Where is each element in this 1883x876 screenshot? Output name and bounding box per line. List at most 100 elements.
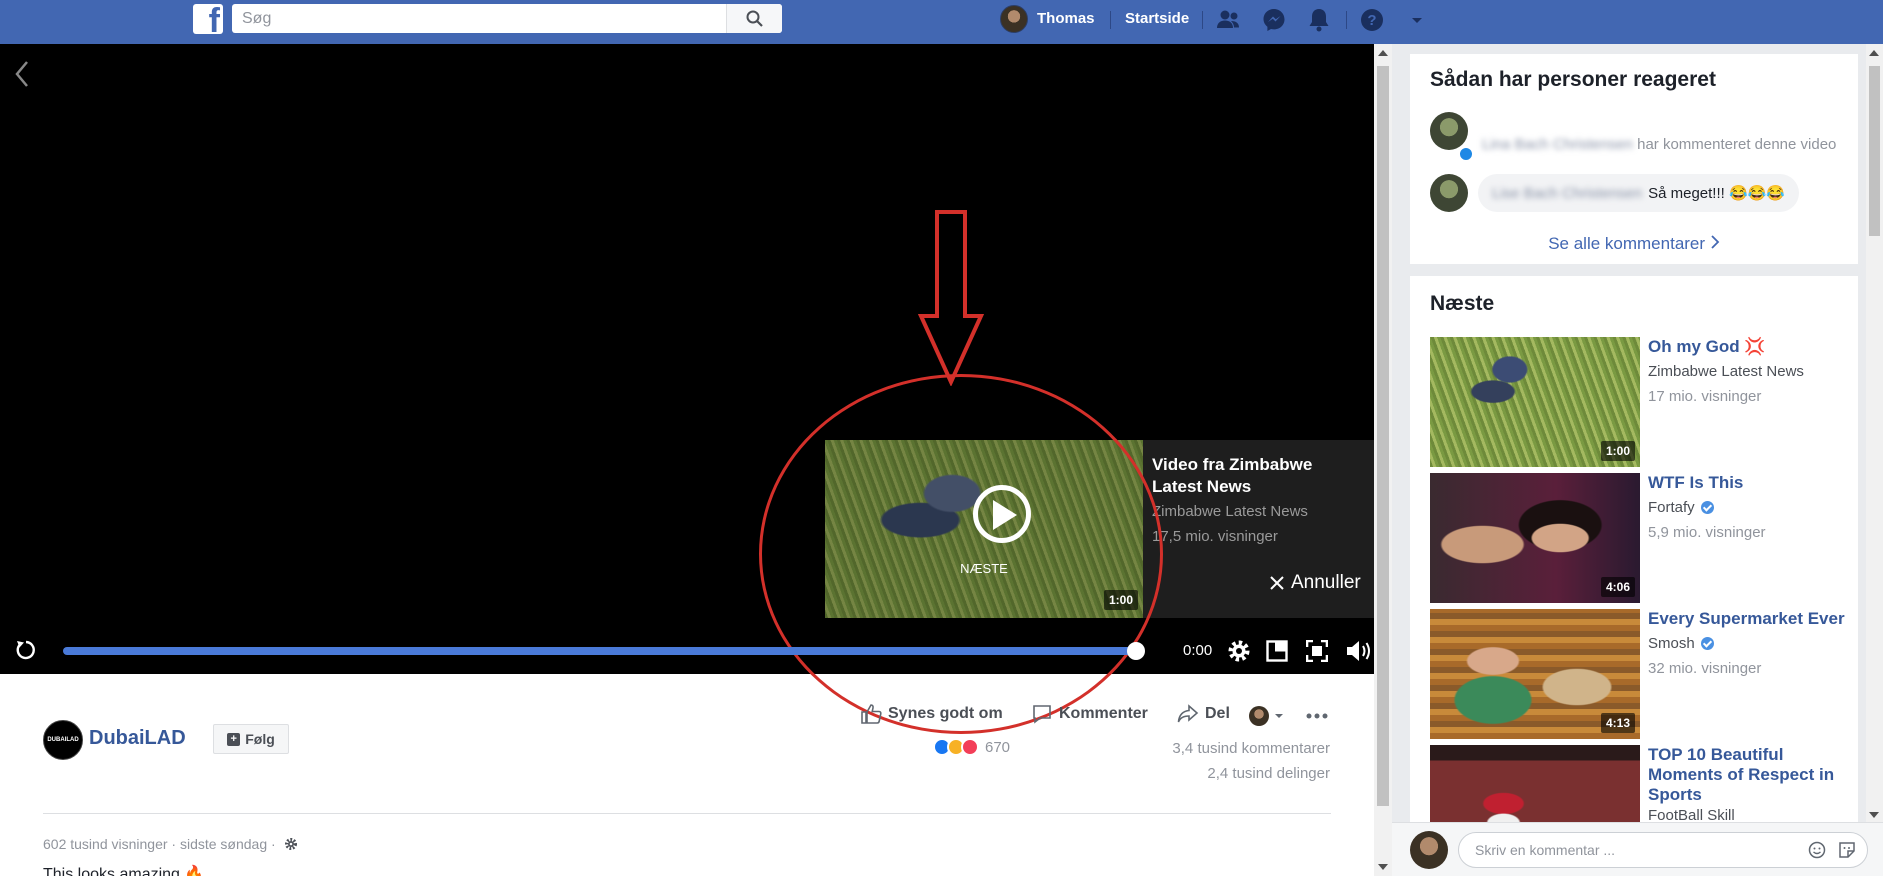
more-options-icon[interactable] [1306, 713, 1328, 719]
video-thumbnail[interactable] [1430, 745, 1640, 822]
up-next-title[interactable]: Video fra Zimbabwe Latest News [1152, 454, 1362, 498]
pip-icon[interactable] [1266, 640, 1288, 662]
caret-down-icon [1275, 714, 1283, 718]
next-video-item[interactable]: TOP 10 Beautiful Moments of Respect in S… [1430, 745, 1850, 822]
privacy-gear-icon[interactable] [284, 837, 298, 851]
right-sidebar: Sådan har personer reageret Lina Bach Ch… [1392, 44, 1883, 876]
channel-name[interactable]: Fortafy [1648, 499, 1714, 516]
blurred-user-name[interactable]: Lina Bach Christensen [1482, 136, 1633, 153]
next-videos-card: Næste 1:00 Oh my God 💢 Zimbabwe Latest N… [1410, 276, 1858, 822]
comment-bubble-icon [1033, 705, 1051, 724]
video-thumbnail[interactable]: 4:06 [1430, 473, 1640, 603]
next-video-item[interactable]: 4:13 Every Supermarket Ever Smosh 32 mio… [1430, 609, 1850, 739]
see-all-comments-link[interactable]: Se alle kommentarer [1410, 234, 1858, 254]
video-title-link[interactable]: WTF Is This [1648, 473, 1848, 493]
share-button[interactable]: Del [1177, 703, 1230, 725]
verified-badge-icon [1700, 501, 1714, 514]
channel-name[interactable]: FootBall Skill [1648, 807, 1735, 822]
search-input[interactable] [232, 4, 724, 33]
comments-count-link[interactable]: 3,4 tusind kommentarer [1172, 740, 1330, 757]
friend-requests-icon[interactable] [1214, 6, 1242, 34]
notifications-icon[interactable] [1305, 6, 1333, 34]
reaction-count: 670 [985, 738, 1011, 756]
page-avatar[interactable]: DUBAILAD [43, 720, 83, 760]
thumbs-up-icon [861, 704, 882, 724]
channel-name[interactable]: Smosh [1648, 635, 1714, 652]
shares-count-link[interactable]: 2,4 tusind delinger [1207, 765, 1330, 782]
channel-name[interactable]: Zimbabwe Latest News [1648, 363, 1804, 380]
follow-plus-icon: + [227, 732, 241, 746]
up-next-channel: Zimbabwe Latest News [1152, 503, 1308, 520]
share-as-selector[interactable] [1249, 706, 1292, 726]
post-meta: 602 tusind visninger · sidste søndag · [43, 836, 298, 852]
sidebar-scrollbar[interactable] [1866, 44, 1883, 824]
svg-text:?: ? [1367, 12, 1376, 29]
view-count: 5,9 mio. visninger [1648, 524, 1766, 541]
top-navigation-bar: f Thomas Startside ? [0, 0, 1883, 44]
comment-composer [1392, 822, 1883, 876]
video-title-link[interactable]: TOP 10 Beautiful Moments of Respect in S… [1648, 745, 1848, 805]
post-description: This looks amazing 🔥 [43, 866, 205, 876]
emoji-icon[interactable] [1808, 841, 1826, 859]
duration-badge: 4:06 [1600, 577, 1635, 597]
nav-divider [1346, 11, 1347, 29]
comment-activity-line: Lina Bach Christensen har kommenteret de… [1482, 136, 1837, 153]
page-name-link[interactable]: DubaiLAD [89, 727, 186, 750]
verified-badge-icon [1700, 637, 1714, 650]
volume-icon[interactable] [1345, 639, 1373, 663]
video-progress-bar[interactable] [63, 647, 1140, 655]
scroll-down-arrow-icon[interactable] [1869, 812, 1879, 818]
search-box [232, 4, 782, 33]
profile-link[interactable]: Thomas [1000, 4, 1095, 33]
video-title-link[interactable]: Oh my God 💢 [1648, 337, 1848, 357]
blurred-user-name[interactable]: Lise Bach Christensen [1492, 185, 1642, 202]
page-scrollbar[interactable] [1374, 44, 1392, 876]
scrollbar-thumb[interactable] [1377, 66, 1389, 806]
video-time: 0:00 [1183, 642, 1213, 659]
fullscreen-icon[interactable] [1306, 640, 1328, 662]
divider [43, 813, 1331, 814]
reactions-summary[interactable]: 670 [933, 738, 1010, 756]
comment-input[interactable] [1458, 832, 1868, 868]
help-icon[interactable]: ? [1358, 6, 1386, 34]
facebook-logo-icon[interactable]: f [193, 4, 223, 34]
progress-scrubber[interactable] [1127, 642, 1145, 660]
video-title-link[interactable]: Every Supermarket Ever [1648, 609, 1848, 629]
scroll-up-arrow-icon[interactable] [1869, 50, 1879, 56]
messenger-badge-icon [1458, 146, 1474, 162]
sticker-icon[interactable] [1838, 841, 1856, 859]
back-chevron-icon[interactable] [14, 60, 30, 88]
video-player[interactable]: NÆSTE 1:00 Video fra Zimbabwe Latest New… [0, 44, 1374, 734]
like-button[interactable]: Synes godt om [860, 703, 1003, 725]
commenter-avatar[interactable] [1430, 112, 1468, 150]
view-count: 17 mio. visninger [1648, 388, 1762, 405]
commenter-avatar[interactable] [1430, 174, 1468, 212]
user-avatar [1410, 831, 1448, 869]
share-as-avatar [1249, 706, 1269, 726]
nav-divider [1110, 11, 1111, 29]
scroll-up-arrow-icon[interactable] [1378, 50, 1388, 56]
next-video-item[interactable]: 4:06 WTF Is This Fortafy 5,9 mio. visnin… [1430, 473, 1850, 603]
home-link[interactable]: Startside [1125, 10, 1189, 27]
scrollbar-thumb[interactable] [1869, 66, 1880, 236]
comment-bubble: Lise Bach Christensen Så meget!!! 😂😂😂 [1478, 174, 1799, 212]
messenger-icon[interactable] [1260, 6, 1288, 34]
account-menu-icon[interactable] [1403, 6, 1431, 34]
comment-text: Så meget!!! 😂😂😂 [1648, 185, 1785, 202]
settings-gear-icon[interactable] [1226, 638, 1252, 664]
video-controls: 0:00 [0, 630, 1374, 670]
comment-button[interactable]: Kommenter [1031, 703, 1148, 725]
annotation-arrow [918, 210, 984, 386]
next-video-item[interactable]: 1:00 Oh my God 💢 Zimbabwe Latest News 17… [1430, 337, 1850, 467]
share-arrow-icon [1177, 704, 1199, 723]
video-thumbnail[interactable]: 1:00 [1430, 337, 1640, 467]
follow-button[interactable]: + Følg [213, 724, 289, 754]
video-thumbnail[interactable]: 4:13 [1430, 609, 1640, 739]
cancel-autoplay-button[interactable]: Annuller [1269, 572, 1361, 594]
scroll-down-arrow-icon[interactable] [1378, 864, 1388, 870]
search-button[interactable] [726, 4, 782, 33]
duration-badge: 4:13 [1600, 713, 1635, 733]
replay-icon[interactable] [14, 638, 38, 662]
annotation-circle [759, 374, 1163, 734]
next-card-title: Næste [1430, 292, 1495, 315]
